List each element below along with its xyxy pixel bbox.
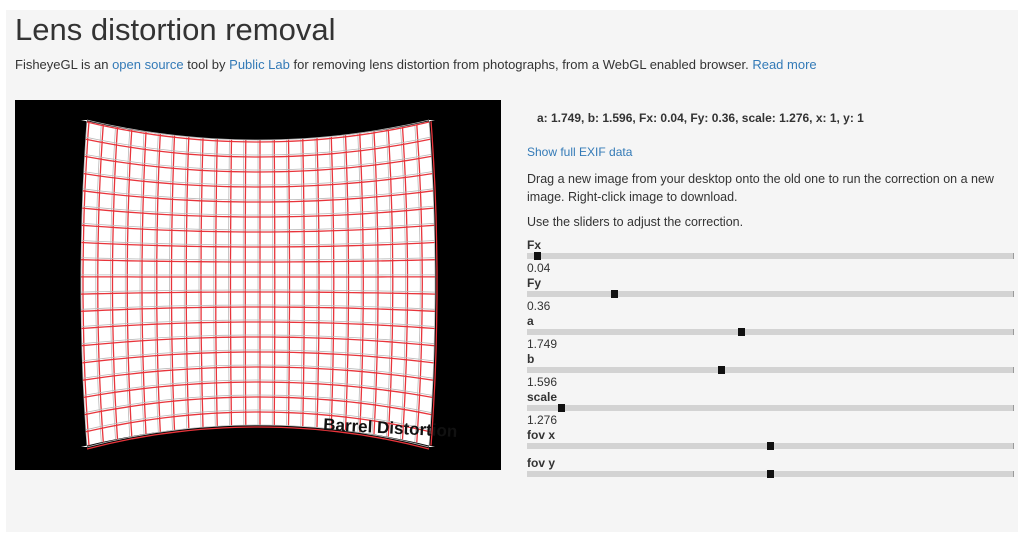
slider-label: b — [527, 352, 535, 366]
slider-label: a — [527, 314, 534, 328]
parameters-readout: a: 1.749, b: 1.596, Fx: 0.04, Fy: 0.36, … — [537, 111, 864, 125]
slider-label: scale — [527, 390, 558, 404]
slider-list: Fx 0.04 Fy 0.36 a 1.749 b 1.596 scale 1.276 fov x f… — [527, 237, 1017, 483]
slider-track-end — [1013, 329, 1014, 335]
slider-value: 1.749 — [527, 337, 558, 351]
intro-text-3: for removing lens distortion from photog… — [289, 57, 753, 72]
slider-track-end — [1013, 471, 1014, 477]
open-source-link[interactable]: open source — [112, 57, 184, 72]
slider-thumb[interactable] — [767, 442, 774, 450]
distorted-grid-image: Barrel Distortion — [80, 119, 458, 450]
slider-value: 1.276 — [527, 413, 558, 427]
show-exif-link[interactable]: Show full EXIF data — [527, 143, 632, 161]
page-title: Lens distortion removal — [15, 12, 336, 47]
slider-thumb[interactable] — [767, 470, 774, 478]
slider-label: fov x — [527, 428, 556, 442]
slider-track[interactable] — [527, 404, 1014, 412]
slider-track-end — [1013, 443, 1014, 449]
slider-fov-x: fov x — [527, 427, 1017, 455]
slider-track[interactable] — [527, 252, 1014, 260]
slider-a: a 1.749 — [527, 313, 1017, 351]
slider-fov-y: fov y — [527, 455, 1017, 483]
read-more-link[interactable]: Read more — [752, 57, 816, 72]
slider-value: 0.04 — [527, 261, 551, 275]
slider-hint: Use the sliders to adjust the correction… — [527, 215, 744, 229]
slider-track-end — [1013, 405, 1014, 411]
slider-label: fov y — [527, 456, 556, 470]
slider-scale: scale 1.276 — [527, 389, 1017, 427]
slider-track-end — [1013, 291, 1014, 297]
slider-label: Fx — [527, 238, 542, 252]
intro-text-1: FisheyeGL is an — [15, 57, 113, 72]
slider-track-end — [1013, 253, 1014, 259]
intro-text-2: tool by — [183, 57, 230, 72]
slider-b: b 1.596 — [527, 351, 1017, 389]
description-text: Drag a new image from your desktop onto … — [527, 172, 994, 204]
slider-track[interactable] — [527, 328, 1014, 336]
slider-value: 1.596 — [527, 375, 558, 389]
image-canvas[interactable]: Barrel Distortion — [15, 100, 501, 470]
slider-thumb[interactable] — [718, 366, 726, 374]
slider-thumb[interactable] — [533, 252, 541, 260]
slider-track[interactable] — [527, 442, 1014, 450]
slider-thumb[interactable] — [611, 290, 619, 298]
slider-thumb[interactable] — [737, 328, 745, 336]
slider-fy: Fy 0.36 — [527, 275, 1017, 313]
intro-paragraph: FisheyeGL is an open source tool by Publ… — [15, 56, 817, 74]
slider-value: 0.36 — [527, 299, 551, 313]
slider-track[interactable] — [527, 366, 1014, 374]
slider-track[interactable] — [527, 290, 1014, 298]
slider-track-end — [1013, 367, 1014, 373]
image-caption: Barrel Distortion — [323, 415, 458, 441]
slider-thumb[interactable] — [558, 404, 566, 412]
slider-track[interactable] — [527, 470, 1014, 478]
public-lab-link[interactable]: Public Lab — [229, 57, 290, 72]
slider-fx: Fx 0.04 — [527, 237, 1017, 275]
page-container: Lens distortion removal FisheyeGL is an … — [6, 10, 1018, 532]
slider-label: Fy — [527, 276, 542, 290]
